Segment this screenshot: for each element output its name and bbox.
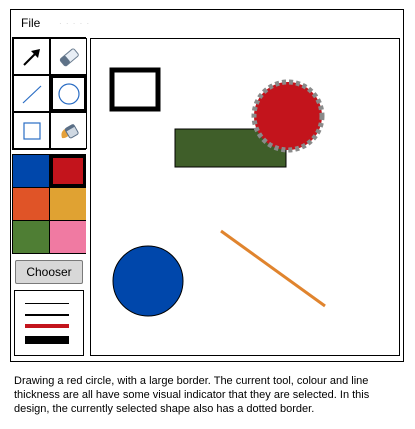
color-swatch-blue[interactable] <box>13 155 49 187</box>
line-icon <box>22 85 41 103</box>
shape-black-square[interactable] <box>109 67 161 112</box>
thickness-option-1[interactable] <box>25 303 69 304</box>
line-thickness-picker[interactable] <box>14 290 84 356</box>
drawing-canvas[interactable] <box>90 38 400 356</box>
canvas-svg <box>109 67 326 317</box>
color-swatch-green[interactable] <box>13 221 49 253</box>
color-swatch-amber[interactable] <box>50 188 86 220</box>
shape-red-circle-selected[interactable] <box>251 79 325 153</box>
select-tool[interactable] <box>13 38 50 75</box>
color-chooser-button[interactable]: Chooser <box>15 260 83 284</box>
figure-caption: Drawing a red circle, with a large borde… <box>14 375 370 415</box>
circle-tool[interactable] <box>50 75 87 112</box>
arrow-icon <box>22 48 40 66</box>
fill-tool[interactable] <box>50 112 87 149</box>
thickness-option-2[interactable] <box>25 314 69 316</box>
shape-orange-line[interactable] <box>220 229 326 308</box>
menu-file[interactable]: File <box>21 16 40 30</box>
eraser-icon <box>59 47 79 66</box>
square-icon <box>22 121 41 140</box>
eraser-tool[interactable] <box>50 38 87 75</box>
line-tool[interactable] <box>13 75 50 112</box>
circle-icon <box>57 82 80 105</box>
paint-app-window: File · · · · · Chooser <box>10 9 404 362</box>
thickness-option-4-selected[interactable] <box>25 324 69 328</box>
menu-bar: File · · · · · <box>11 10 403 36</box>
paint-bucket-icon <box>60 123 79 138</box>
rectangle-tool[interactable] <box>13 112 50 149</box>
shape-blue-circle[interactable] <box>112 245 184 317</box>
color-palette <box>12 154 86 254</box>
tool-grid <box>12 37 87 150</box>
menu-faint-text: · · · · · <box>59 19 91 28</box>
color-swatch-pink[interactable] <box>50 221 86 253</box>
thickness-option-8[interactable] <box>25 336 69 344</box>
color-swatch-red[interactable] <box>50 155 86 187</box>
toolbar: Chooser <box>12 37 87 356</box>
color-swatch-orange-red[interactable] <box>13 188 49 220</box>
